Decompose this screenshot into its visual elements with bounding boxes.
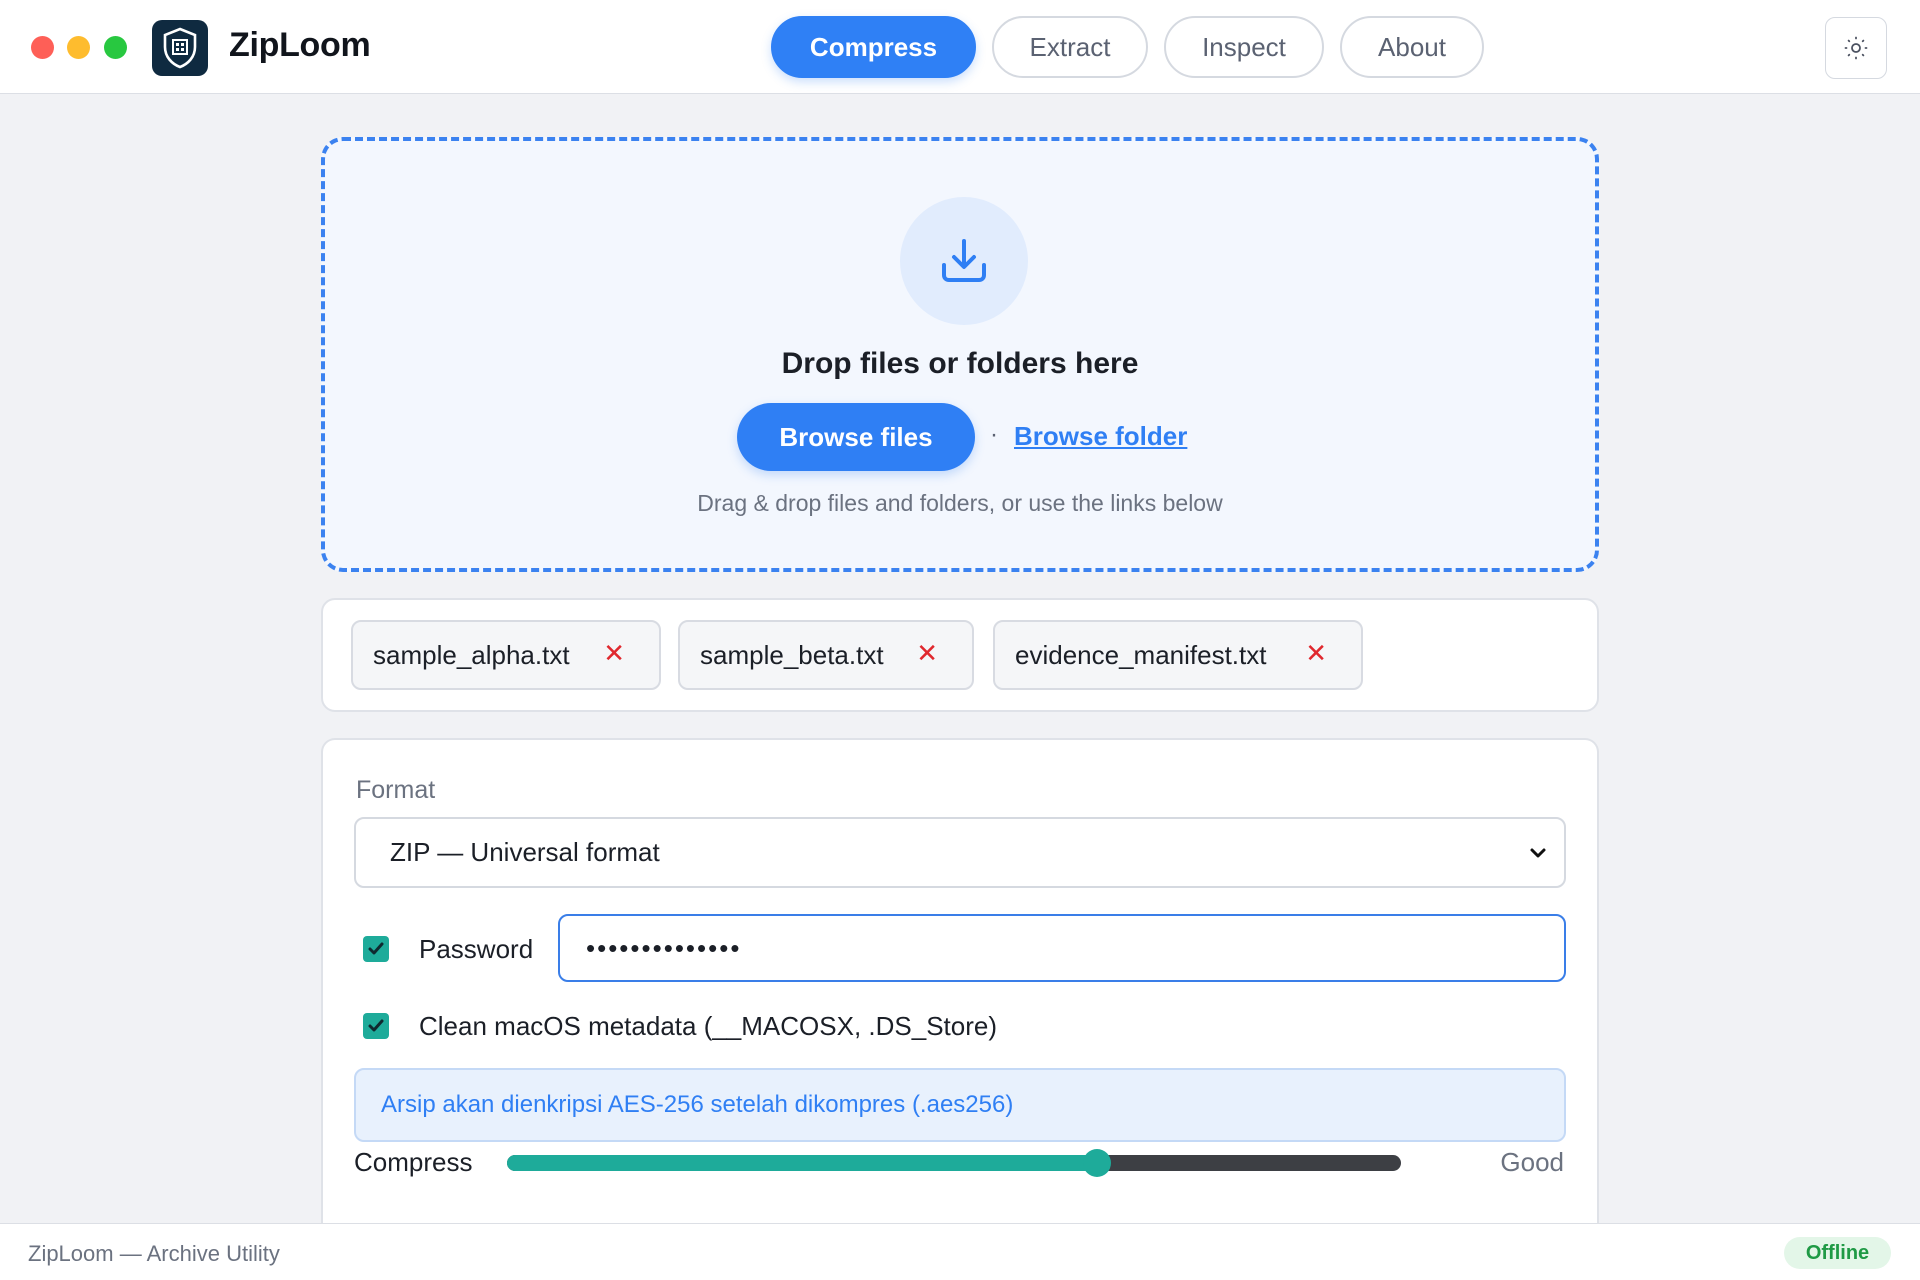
slider-fill bbox=[507, 1155, 1098, 1171]
password-label: Password bbox=[419, 934, 534, 964]
app-title: ZipLoom bbox=[229, 26, 371, 64]
maximize-window-button[interactable] bbox=[104, 36, 127, 59]
password-field[interactable]: •••••••••••••• bbox=[558, 914, 1566, 982]
tab-about[interactable]: About bbox=[1340, 16, 1484, 78]
selected-files-panel: sample_alpha.txt ✕ sample_beta.txt ✕ evi… bbox=[321, 598, 1599, 712]
file-chip: sample_alpha.txt ✕ bbox=[351, 620, 661, 690]
minimize-window-button[interactable] bbox=[67, 36, 90, 59]
checkmark-icon bbox=[368, 942, 384, 955]
file-chip: evidence_manifest.txt ✕ bbox=[993, 620, 1363, 690]
compression-level-slider[interactable] bbox=[507, 1149, 1401, 1177]
drop-zone[interactable]: Drop files or folders here Browse files … bbox=[321, 137, 1599, 572]
download-tray-icon bbox=[900, 197, 1028, 325]
format-label: Format bbox=[356, 776, 436, 804]
footer-app-name: ZipLoom — Archive Utility bbox=[28, 1241, 280, 1266]
remove-file-icon[interactable]: ✕ bbox=[1305, 638, 1327, 669]
remove-file-icon[interactable]: ✕ bbox=[916, 638, 938, 669]
format-select-value: ZIP — Universal format bbox=[390, 837, 660, 867]
clean-metadata-label: Clean macOS metadata (__MACOSX, .DS_Stor… bbox=[419, 1011, 998, 1041]
remove-file-icon[interactable]: ✕ bbox=[603, 638, 625, 669]
drop-zone-title: Drop files or folders here bbox=[781, 347, 1139, 380]
file-chip-name: sample_alpha.txt bbox=[373, 639, 570, 670]
browse-folder-link[interactable]: Browse folder bbox=[1014, 421, 1187, 452]
file-chip-name: sample_beta.txt bbox=[700, 639, 884, 670]
tab-extract[interactable]: Extract bbox=[992, 16, 1148, 78]
tab-inspect[interactable]: Inspect bbox=[1164, 16, 1324, 78]
clean-metadata-checkbox[interactable] bbox=[363, 1013, 389, 1039]
format-select[interactable]: ZIP — Universal format bbox=[354, 817, 1566, 888]
checkmark-icon bbox=[368, 1019, 384, 1032]
file-chip: sample_beta.txt ✕ bbox=[678, 620, 974, 690]
compression-level-value: Good bbox=[1500, 1147, 1564, 1177]
slider-thumb[interactable] bbox=[1083, 1149, 1112, 1177]
title-bar: ZipLoom Compress Extract Inspect About bbox=[0, 0, 1920, 94]
status-badge: Offline bbox=[1784, 1237, 1891, 1269]
compression-level-label: Compress bbox=[354, 1147, 473, 1177]
password-checkbox[interactable] bbox=[363, 936, 389, 962]
theme-toggle-button[interactable] bbox=[1825, 17, 1887, 79]
tab-compress[interactable]: Compress bbox=[771, 16, 976, 78]
encryption-info-notice: Arsip akan dienkripsi AES-256 setelah di… bbox=[354, 1068, 1566, 1142]
close-window-button[interactable] bbox=[31, 36, 54, 59]
compress-options-panel: Format ZIP — Universal format Password •… bbox=[321, 738, 1599, 1238]
file-chip-name: evidence_manifest.txt bbox=[1015, 639, 1267, 670]
chevron-down-icon bbox=[1530, 848, 1546, 858]
drop-zone-hint: Drag & drop files and folders, or use th… bbox=[697, 490, 1223, 516]
separator: · bbox=[990, 421, 998, 448]
status-bar: ZipLoom — Archive Utility Offline bbox=[0, 1223, 1920, 1280]
shield-qr-icon bbox=[152, 20, 208, 76]
browse-files-button[interactable]: Browse files bbox=[737, 403, 975, 471]
brightness-icon bbox=[1844, 36, 1868, 60]
